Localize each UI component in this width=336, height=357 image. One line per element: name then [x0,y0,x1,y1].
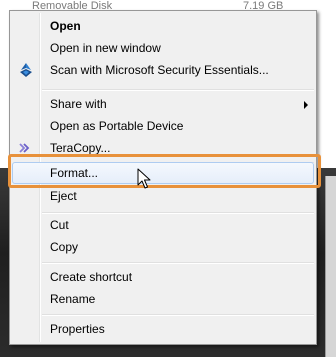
menu-item-eject[interactable]: Eject [12,185,314,207]
menu-item-open[interactable]: Open [12,15,314,37]
menu-item-label: Cut [50,218,69,232]
menu-item-rename[interactable]: Rename [12,288,314,310]
menu-item-label: Open [50,19,81,33]
menu-item-label: Share with [50,97,107,111]
menu-item-label: Copy [50,240,79,254]
menu-separator [42,314,314,316]
menu-item-label: Properties [50,322,105,336]
menu-item-open-portable-device[interactable]: Open as Portable Device [12,115,314,137]
menu-item-label: Rename [50,292,96,306]
menu-item-copy[interactable]: Copy [12,236,314,258]
menu-item-open-new-window[interactable]: Open in new window [12,37,314,59]
menu-item-label: Open as Portable Device [50,119,184,133]
menu-item-label: Open in new window [50,41,161,55]
menu-separator [42,89,314,91]
menu-item-cut[interactable]: Cut [12,214,314,236]
menu-separator [42,262,314,264]
window-frame [325,176,336,357]
security-essentials-icon [18,62,34,78]
menu-item-scan-security-essentials[interactable]: Scan with Microsoft Security Essentials.… [12,59,314,81]
highlight-annotation [8,154,321,188]
mouse-pointer-icon [137,168,151,190]
menu-item-label: Create shortcut [50,270,133,284]
menu-item-create-shortcut[interactable]: Create shortcut [12,266,314,288]
menu-item-share-with[interactable]: Share with [12,93,314,115]
submenu-arrow-icon [304,101,308,109]
menu-item-label: Eject [50,189,77,203]
menu-item-properties[interactable]: Properties [12,318,314,340]
menu-item-label: Scan with Microsoft Security Essentials.… [50,63,269,77]
